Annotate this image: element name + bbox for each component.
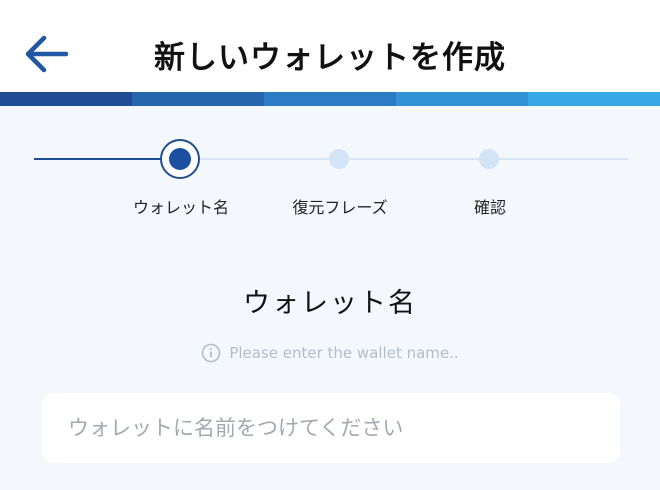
progress-band-segment (528, 92, 660, 106)
page-title: 新しいウォレットを作成 (154, 40, 506, 76)
step-label-wallet-name: ウォレット名 (132, 198, 229, 217)
stepper-track-completed (34, 158, 180, 160)
progress-band (0, 92, 660, 106)
step-indicator (329, 149, 349, 169)
step-label-confirm: 確認 (473, 198, 506, 217)
step-indicator (479, 149, 499, 169)
stepper-track-remaining (200, 158, 628, 160)
wallet-name-input[interactable] (42, 393, 620, 463)
step-label-recovery-phrase: 復元フレーズ (292, 198, 388, 217)
header: 新しいウォレットを作成 (0, 0, 660, 92)
stepper: ウォレット名 復元フレーズ 確認 (0, 106, 660, 226)
step-indicator-active (160, 139, 200, 179)
section-title: ウォレット名 (243, 288, 417, 319)
create-wallet-screen: 新しいウォレットを作成 ウォレット名 復元フレーズ 確認 ウォレット名 Plea… (0, 0, 660, 490)
hint-label: Please enter the wallet name.. (229, 344, 459, 362)
progress-band-segment (0, 92, 132, 106)
info-icon (202, 343, 221, 363)
hint-text: Please enter the wallet name.. (0, 343, 660, 363)
progress-band-segment (132, 92, 264, 106)
progress-band-segment (396, 92, 528, 106)
progress-band-segment (264, 92, 396, 106)
